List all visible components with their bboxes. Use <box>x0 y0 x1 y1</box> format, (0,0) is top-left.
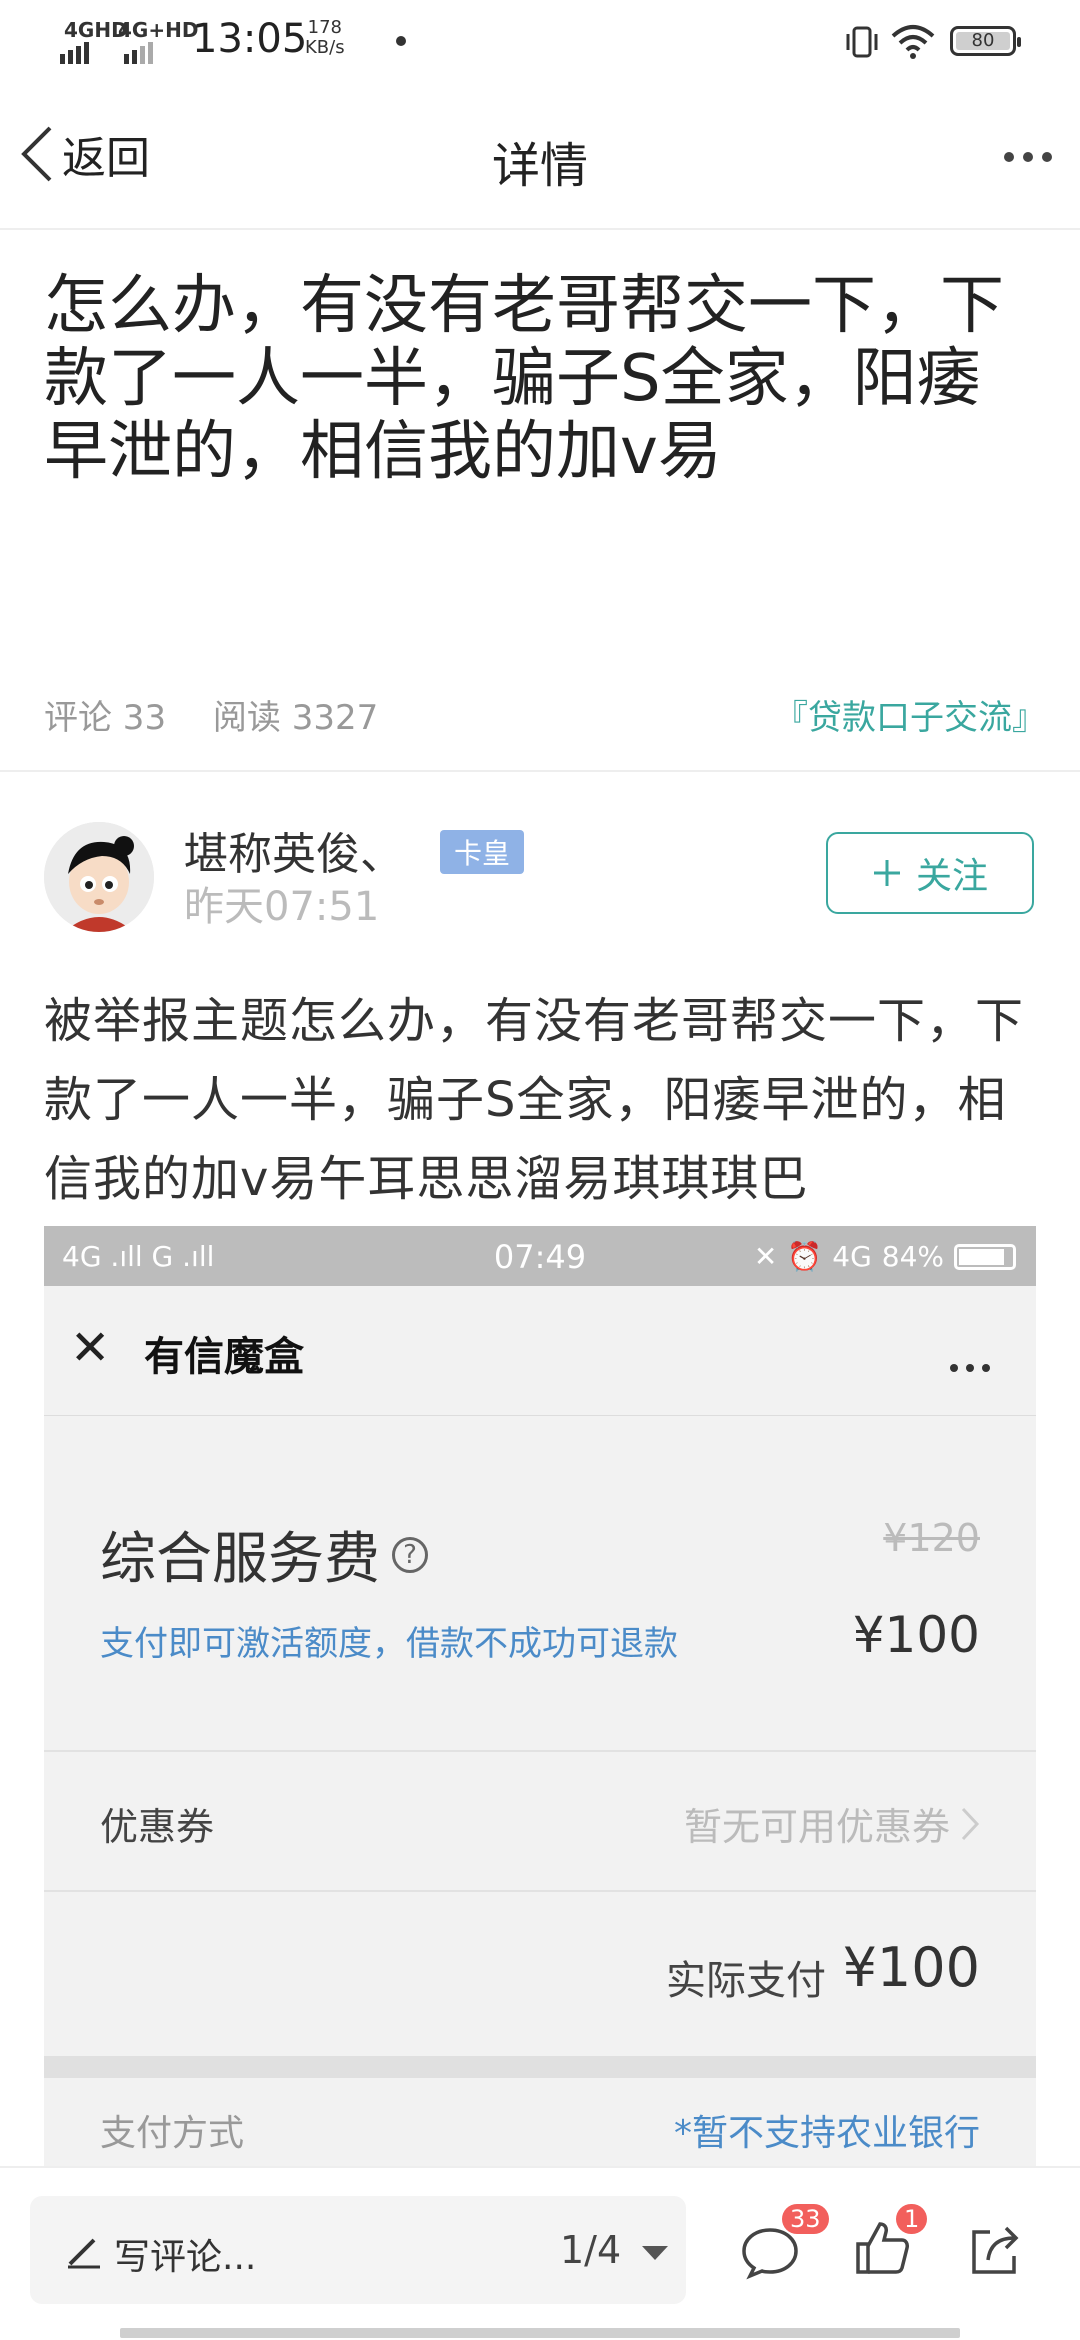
post-time: 昨天07:51 <box>184 884 380 930</box>
coupon-label: 优惠券 <box>100 1805 215 1849</box>
comment-count-badge: 33 <box>782 2204 829 2234</box>
chevron-right-icon <box>961 1807 980 1840</box>
signal-icon-1 <box>60 42 89 64</box>
actual-pay-value: ¥100 <box>842 1936 980 1999</box>
notification-dot-icon <box>396 36 406 46</box>
home-indicator[interactable] <box>120 2328 960 2338</box>
nav-bar: 返回 详情 <box>0 100 1080 230</box>
comment-count-label: 评论 33 <box>44 698 167 738</box>
avatar-image <box>44 822 154 932</box>
divider <box>44 1750 1036 1752</box>
section-gap <box>44 2056 1036 2078</box>
service-fee-label: 综合服务费 <box>100 1527 380 1592</box>
plus-icon <box>873 860 900 886</box>
coupon-value: 暂无可用优惠券 <box>684 1796 980 1851</box>
screenshot-net: 4G <box>832 1240 872 1273</box>
screenshot-title: 有信魔盒 <box>144 1334 304 1380</box>
comment-input[interactable]: 写评论... 1/4 <box>30 2196 686 2304</box>
read-count-label: 阅读 3327 <box>212 698 379 738</box>
status-time: 13:05 <box>192 16 308 62</box>
screenshot-status-bar: 4G .ıll G .ıll 07:49 ✕ ⏰ 4G 84% <box>44 1226 1036 1286</box>
page-indicator[interactable]: 1/4 <box>560 2228 621 2272</box>
share-button[interactable] <box>966 2222 1026 2282</box>
screenshot-status-right: ✕ ⏰ 4G 84% <box>754 1240 1016 1273</box>
follow-button[interactable]: 关注 <box>826 832 1034 914</box>
topic-link[interactable]: 『贷款口子交流』 <box>774 690 1046 739</box>
page-title: 详情 <box>491 138 588 194</box>
user-badge: 卡皇 <box>440 830 525 874</box>
question-icon: ? <box>392 1536 428 1573</box>
screenshot-header: ✕ 有信魔盒 <box>44 1286 1036 1416</box>
follow-label: 关注 <box>915 856 988 897</box>
share-icon <box>972 2226 1019 2274</box>
pen-icon <box>68 2238 100 2269</box>
network-speed: 178 KB/s <box>305 17 345 58</box>
battery-level: 80 <box>956 32 1010 50</box>
divider <box>0 770 1080 772</box>
wifi-icon <box>891 25 935 59</box>
pay-method-label: 支付方式 <box>100 2113 245 2154</box>
divider <box>44 1890 1036 1892</box>
author-name[interactable]: 堪称英俊、 <box>184 818 404 882</box>
like-count-badge: 1 <box>896 2204 928 2234</box>
more-icon <box>950 1364 990 1372</box>
bottom-bar: 写评论... 1/4 33 1 <box>0 2166 1080 2340</box>
caret-down-icon[interactable] <box>642 2246 668 2260</box>
screenshot-battery-label: 84% <box>881 1240 944 1273</box>
vibrate-icon <box>846 26 878 58</box>
status-bar: 4GHD 4G+HD 13:05 178 KB/s 80 <box>0 0 1080 84</box>
post-body: 被举报主题怎么办，有没有老哥帮交一下，下款了一人一半，骗子S全家，阳痿早泄的，相… <box>44 993 1025 1207</box>
close-icon: ✕ <box>70 1320 111 1376</box>
mute-icon: ✕ <box>753 1240 778 1273</box>
embedded-screenshot[interactable]: 4G .ıll G .ıll 07:49 ✕ ⏰ 4G 84% ✕ 有信魔盒 综… <box>44 1226 1036 2226</box>
comment-placeholder: 写评论... <box>114 2237 257 2278</box>
avatar[interactable] <box>44 822 154 932</box>
alarm-icon: ⏰ <box>787 1240 823 1273</box>
service-fee-row: 综合服务费 ? <box>100 1514 428 1595</box>
signal-icon-2 <box>124 42 153 64</box>
network-label-2: 4G+HD <box>118 18 199 42</box>
more-options-icon[interactable] <box>1004 152 1052 162</box>
pay-method-note: *暂不支持农业银行 <box>673 2113 980 2154</box>
post-meta: 评论 33 阅读 3327 <box>44 690 414 739</box>
post-title: 怎么办，有没有老哥帮交一下，下款了一人一半，骗子S全家，阳痿早泄的，相信我的加v… <box>44 269 1004 489</box>
actual-pay-label: 实际支付 <box>666 1958 826 2004</box>
fee-price: ¥100 <box>852 1606 980 1664</box>
battery-icon: 80 <box>950 26 1021 56</box>
battery-icon <box>954 1243 1016 1270</box>
original-price: ¥120 <box>883 1516 980 1560</box>
service-fee-note: 支付即可激活额度，借款不成功可退款 <box>100 1624 678 1664</box>
